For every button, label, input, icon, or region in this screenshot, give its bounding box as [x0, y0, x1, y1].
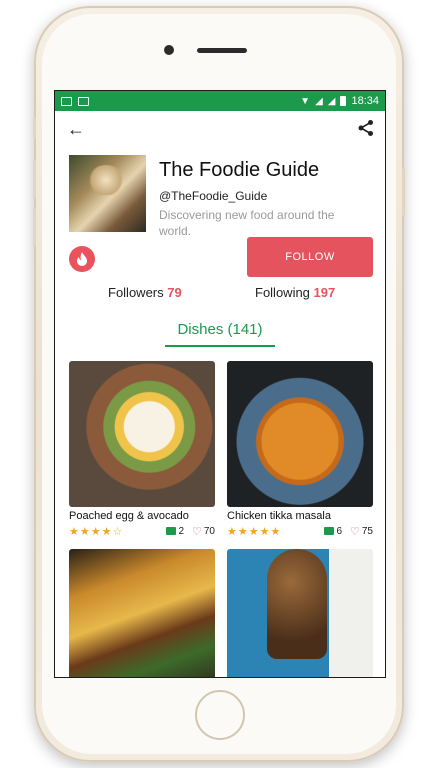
dish-photo[interactable]: [227, 549, 373, 677]
dish-card[interactable]: [227, 549, 373, 677]
star-rating: ★★★★★: [227, 525, 282, 538]
followers-label: Followers: [108, 285, 164, 300]
dish-card[interactable]: Poached egg & avocado ★★★★☆ 2 ♡ 70: [69, 361, 215, 538]
following-count[interactable]: Following 197: [255, 285, 335, 300]
comment-icon: [324, 527, 335, 535]
dish-photo[interactable]: [227, 361, 373, 507]
wifi-icon: ▼: [300, 95, 311, 107]
dish-photo[interactable]: [69, 549, 215, 677]
heart-icon: ♡: [350, 525, 360, 538]
image-notification-icon: [78, 96, 89, 106]
top-app-bar: ←: [55, 111, 385, 147]
status-bar: ▼ ◢ ◢ 18:34: [55, 91, 385, 111]
dish-card[interactable]: [69, 549, 215, 677]
star-rating: ★★★★☆: [69, 525, 124, 538]
phone-mute-switch: [33, 118, 36, 138]
earpiece-speaker: [197, 48, 247, 53]
dish-meta: ★★★★☆ 2 ♡ 70: [69, 524, 215, 538]
profile-name: The Foodie Guide: [159, 159, 320, 181]
profile-avatar[interactable]: [69, 155, 146, 232]
dish-name: Chicken tikka masala: [227, 510, 331, 522]
like-count: 70: [203, 525, 215, 537]
profile-bio: Discovering new food around the world.: [159, 208, 335, 238]
app-screen: ▼ ◢ ◢ 18:34 ← The Foodie Guide @TheFoodi…: [54, 90, 386, 678]
heart-icon: ♡: [192, 525, 202, 538]
profile-handle: @TheFoodie_Guide: [159, 189, 268, 203]
comment-icon: [166, 527, 177, 535]
phone-power-button: [402, 168, 405, 216]
follow-counts: Followers 79 Following 197: [55, 279, 385, 307]
following-value: 197: [313, 285, 336, 300]
like-count: 75: [361, 525, 373, 537]
likes[interactable]: ♡ 70: [192, 525, 215, 538]
flame-icon[interactable]: [69, 246, 95, 272]
dish-card[interactable]: Chicken tikka masala ★★★★★ 6 ♡ 75: [227, 361, 373, 538]
signal-icon-2: ◢: [327, 95, 336, 107]
battery-icon: [340, 96, 347, 106]
dish-photo[interactable]: [69, 361, 215, 507]
phone-volume-down: [33, 208, 36, 246]
tab-indicator: [165, 345, 275, 347]
comment-count: 2: [178, 525, 184, 537]
dish-name: Poached egg & avocado: [69, 510, 189, 522]
follow-button[interactable]: FOLLOW: [247, 237, 373, 277]
home-button[interactable]: [195, 690, 245, 740]
dish-meta: ★★★★★ 6 ♡ 75: [227, 524, 373, 538]
likes[interactable]: ♡ 75: [350, 525, 373, 538]
status-time: 18:34: [351, 95, 379, 107]
profile-actions: FOLLOW: [55, 237, 385, 279]
signal-icon: ◢: [315, 95, 323, 107]
back-arrow-icon[interactable]: ←: [67, 119, 85, 140]
followers-count[interactable]: Followers 79: [108, 285, 182, 300]
comments[interactable]: 6: [324, 526, 342, 537]
following-label: Following: [255, 285, 310, 300]
front-camera: [164, 45, 174, 55]
phone-volume-up: [33, 160, 36, 198]
tab-dishes-label: Dishes (141): [177, 321, 263, 338]
comments[interactable]: 2: [166, 526, 184, 537]
share-icon[interactable]: [357, 119, 375, 142]
mail-notification-icon: [61, 96, 72, 106]
comment-count: 6: [336, 525, 342, 537]
followers-value: 79: [167, 285, 182, 300]
tab-dishes[interactable]: Dishes (141): [55, 307, 385, 353]
profile-header: The Foodie Guide @TheFoodie_Guide Discov…: [55, 147, 385, 238]
